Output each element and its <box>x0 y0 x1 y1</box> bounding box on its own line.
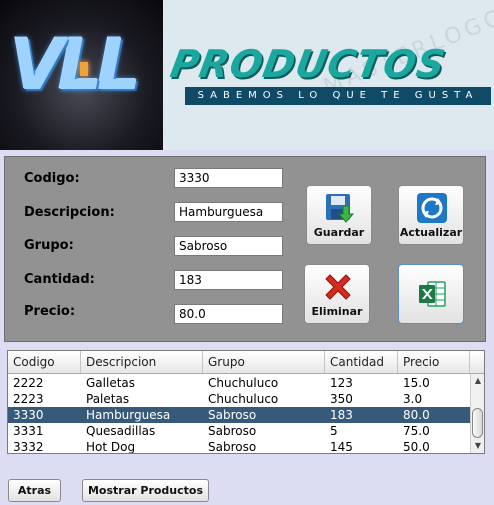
header-corner <box>470 351 484 373</box>
cell-cantidad: 145 <box>330 440 353 454</box>
scroll-down-icon[interactable]: ▼ <box>471 440 484 452</box>
table-row[interactable]: 2223 Paletas Chuchuluco 350 3.0 <box>8 391 470 407</box>
cell-descripcion: Hot Dog <box>86 440 136 454</box>
cell-grupo: Sabroso <box>208 440 257 454</box>
cell-grupo: Chuchuluco <box>208 392 279 406</box>
cell-grupo: Chuchuluco <box>208 376 279 390</box>
col-precio[interactable]: Precio <box>398 351 470 373</box>
cell-grupo: Sabroso <box>208 408 257 422</box>
codigo-field[interactable]: 3330 <box>174 168 283 188</box>
scroll-up-icon[interactable]: ▲ <box>471 375 484 387</box>
header-banner: MASTERLOGO PRODUCTOS SABEMOS LO QUE TE G… <box>163 0 494 150</box>
table-row-selected[interactable]: 3330 Hamburguesa Sabroso 183 80.0 <box>8 407 470 423</box>
cell-cantidad: 5 <box>330 424 338 438</box>
atras-button[interactable]: Atras <box>8 479 61 502</box>
cell-codigo: 2223 <box>13 392 44 406</box>
save-icon <box>326 194 355 223</box>
product-form-panel: Codigo: 3330 Descripcion: Hamburguesa Gr… <box>4 156 486 342</box>
table-row[interactable]: 3331 Quesadillas Sabroso 5 75.0 <box>8 423 470 439</box>
eliminar-label: Eliminar <box>311 305 363 318</box>
cell-codigo: 2222 <box>13 376 44 390</box>
cell-cantidad: 350 <box>330 392 353 406</box>
delete-x-icon <box>325 274 351 300</box>
cell-precio: 80.0 <box>403 408 430 422</box>
table-scrollbar[interactable]: ▲ ▼ <box>470 374 484 453</box>
cell-cantidad: 123 <box>330 376 353 390</box>
actualizar-button[interactable]: Actualizar <box>398 185 464 245</box>
grupo-field[interactable]: Sabroso <box>174 236 283 256</box>
cell-precio: 50.0 <box>403 440 430 454</box>
descripcion-field[interactable]: Hamburguesa <box>174 202 283 222</box>
table-row[interactable]: 2222 Galletas Chuchuluco 123 15.0 <box>8 375 470 391</box>
cell-codigo: 3331 <box>13 424 44 438</box>
descripcion-label: Descripcion: <box>24 205 115 220</box>
scroll-thumb[interactable] <box>472 408 483 438</box>
refresh-icon <box>417 193 447 223</box>
cantidad-field[interactable]: 183 <box>174 270 283 290</box>
cell-cantidad: 183 <box>330 408 353 422</box>
actualizar-label: Actualizar <box>399 226 463 239</box>
cell-precio: 3.0 <box>403 392 423 406</box>
precio-field[interactable]: 80.0 <box>174 304 283 324</box>
cell-precio: 15.0 <box>403 376 430 390</box>
logo-spark <box>80 62 88 76</box>
cell-codigo: 3330 <box>13 408 44 422</box>
app-logo: VLL <box>0 0 163 150</box>
table-row[interactable]: 3332 Hot Dog Sabroso 145 50.0 <box>8 439 470 454</box>
guardar-button[interactable]: Guardar <box>306 185 372 245</box>
logo-monogram: VLL <box>10 24 141 106</box>
cell-grupo: Sabroso <box>208 424 257 438</box>
col-cantidad[interactable]: Cantidad <box>325 351 398 373</box>
export-excel-button[interactable] <box>398 264 464 324</box>
cell-descripcion: Paletas <box>86 392 130 406</box>
products-table: Codigo Descripcion Grupo Cantidad Precio… <box>7 350 485 454</box>
cell-descripcion: Quesadillas <box>86 424 156 438</box>
grupo-label: Grupo: <box>24 238 74 253</box>
page-title: PRODUCTOS <box>167 42 450 86</box>
cell-precio: 75.0 <box>403 424 430 438</box>
col-descripcion[interactable]: Descripcion <box>81 351 203 373</box>
cell-descripcion: Galletas <box>86 376 136 390</box>
guardar-label: Guardar <box>313 226 365 239</box>
cell-codigo: 3332 <box>13 440 44 454</box>
precio-label: Precio: <box>24 304 76 319</box>
col-codigo[interactable]: Codigo <box>8 351 81 373</box>
mostrar-productos-button[interactable]: Mostrar Productos <box>82 479 209 502</box>
eliminar-button[interactable]: Eliminar <box>304 264 370 324</box>
cantidad-label: Cantidad: <box>24 272 95 287</box>
table-header: Codigo Descripcion Grupo Cantidad Precio <box>8 351 484 374</box>
cell-descripcion: Hamburguesa <box>86 408 171 422</box>
excel-icon <box>419 281 446 307</box>
codigo-label: Codigo: <box>24 171 80 186</box>
slogan: SABEMOS LO QUE TE GUSTA <box>185 87 491 105</box>
col-grupo[interactable]: Grupo <box>203 351 325 373</box>
